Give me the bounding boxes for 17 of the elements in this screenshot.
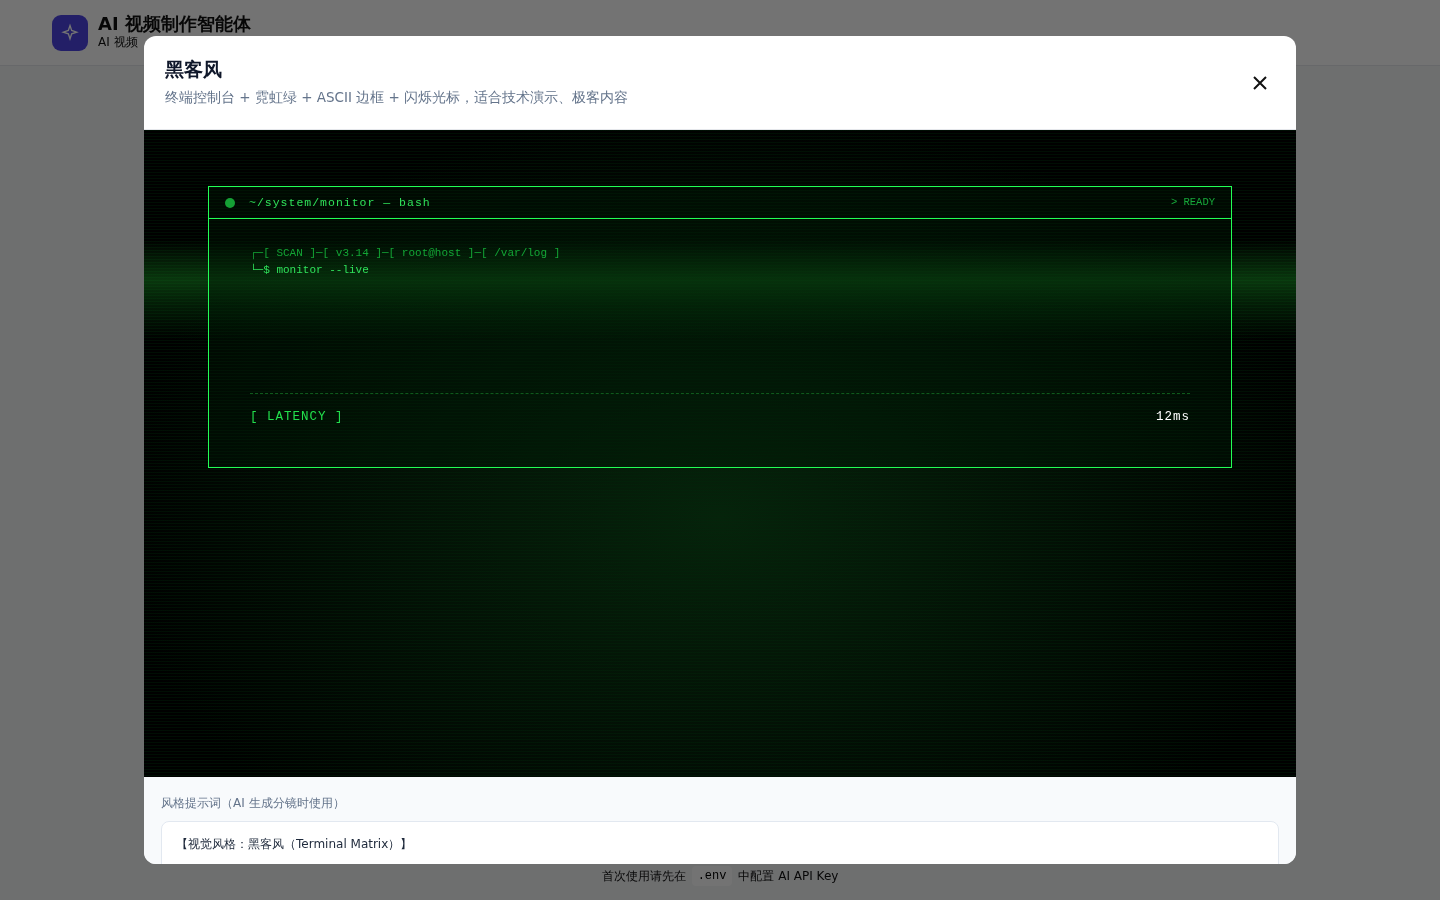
prompt-text: 【视觉风格：黑客风（Terminal Matrix）】 [176, 837, 413, 851]
status-dot [225, 197, 235, 208]
metric-value: 12ms [1156, 409, 1190, 427]
code-snippet: .env [691, 866, 733, 886]
app-title: AI 视频制作智能体 [98, 13, 251, 34]
close-icon [1253, 76, 1267, 90]
app-subtitle: AI 视频 [98, 34, 139, 52]
prompt-label: 风格提示词（AI 生成分镜时使用） [161, 795, 346, 812]
prompt-line: ┌─[ SCAN ]─[ v3.14 ]─[ root@host ]─[ /var/log ] [250, 246, 562, 262]
metric-label: [ LATENCY ] [250, 409, 344, 427]
dialog-title: 黑客风 [165, 58, 223, 81]
footer-note: 首次使用请先在 [601, 868, 686, 885]
dialog-description: 终端控制台 + 霓虹绿 + ASCII 边框 + 闪烁光标，适合技术演示、极客内容 [165, 87, 629, 107]
command-line: └─$ monitor --live [250, 262, 370, 278]
terminal-status: > READY [1170, 194, 1215, 210]
terminal-title: ~/system/monitor — bash [249, 194, 432, 211]
footer-note: 中配置 AI API Key [738, 868, 839, 885]
